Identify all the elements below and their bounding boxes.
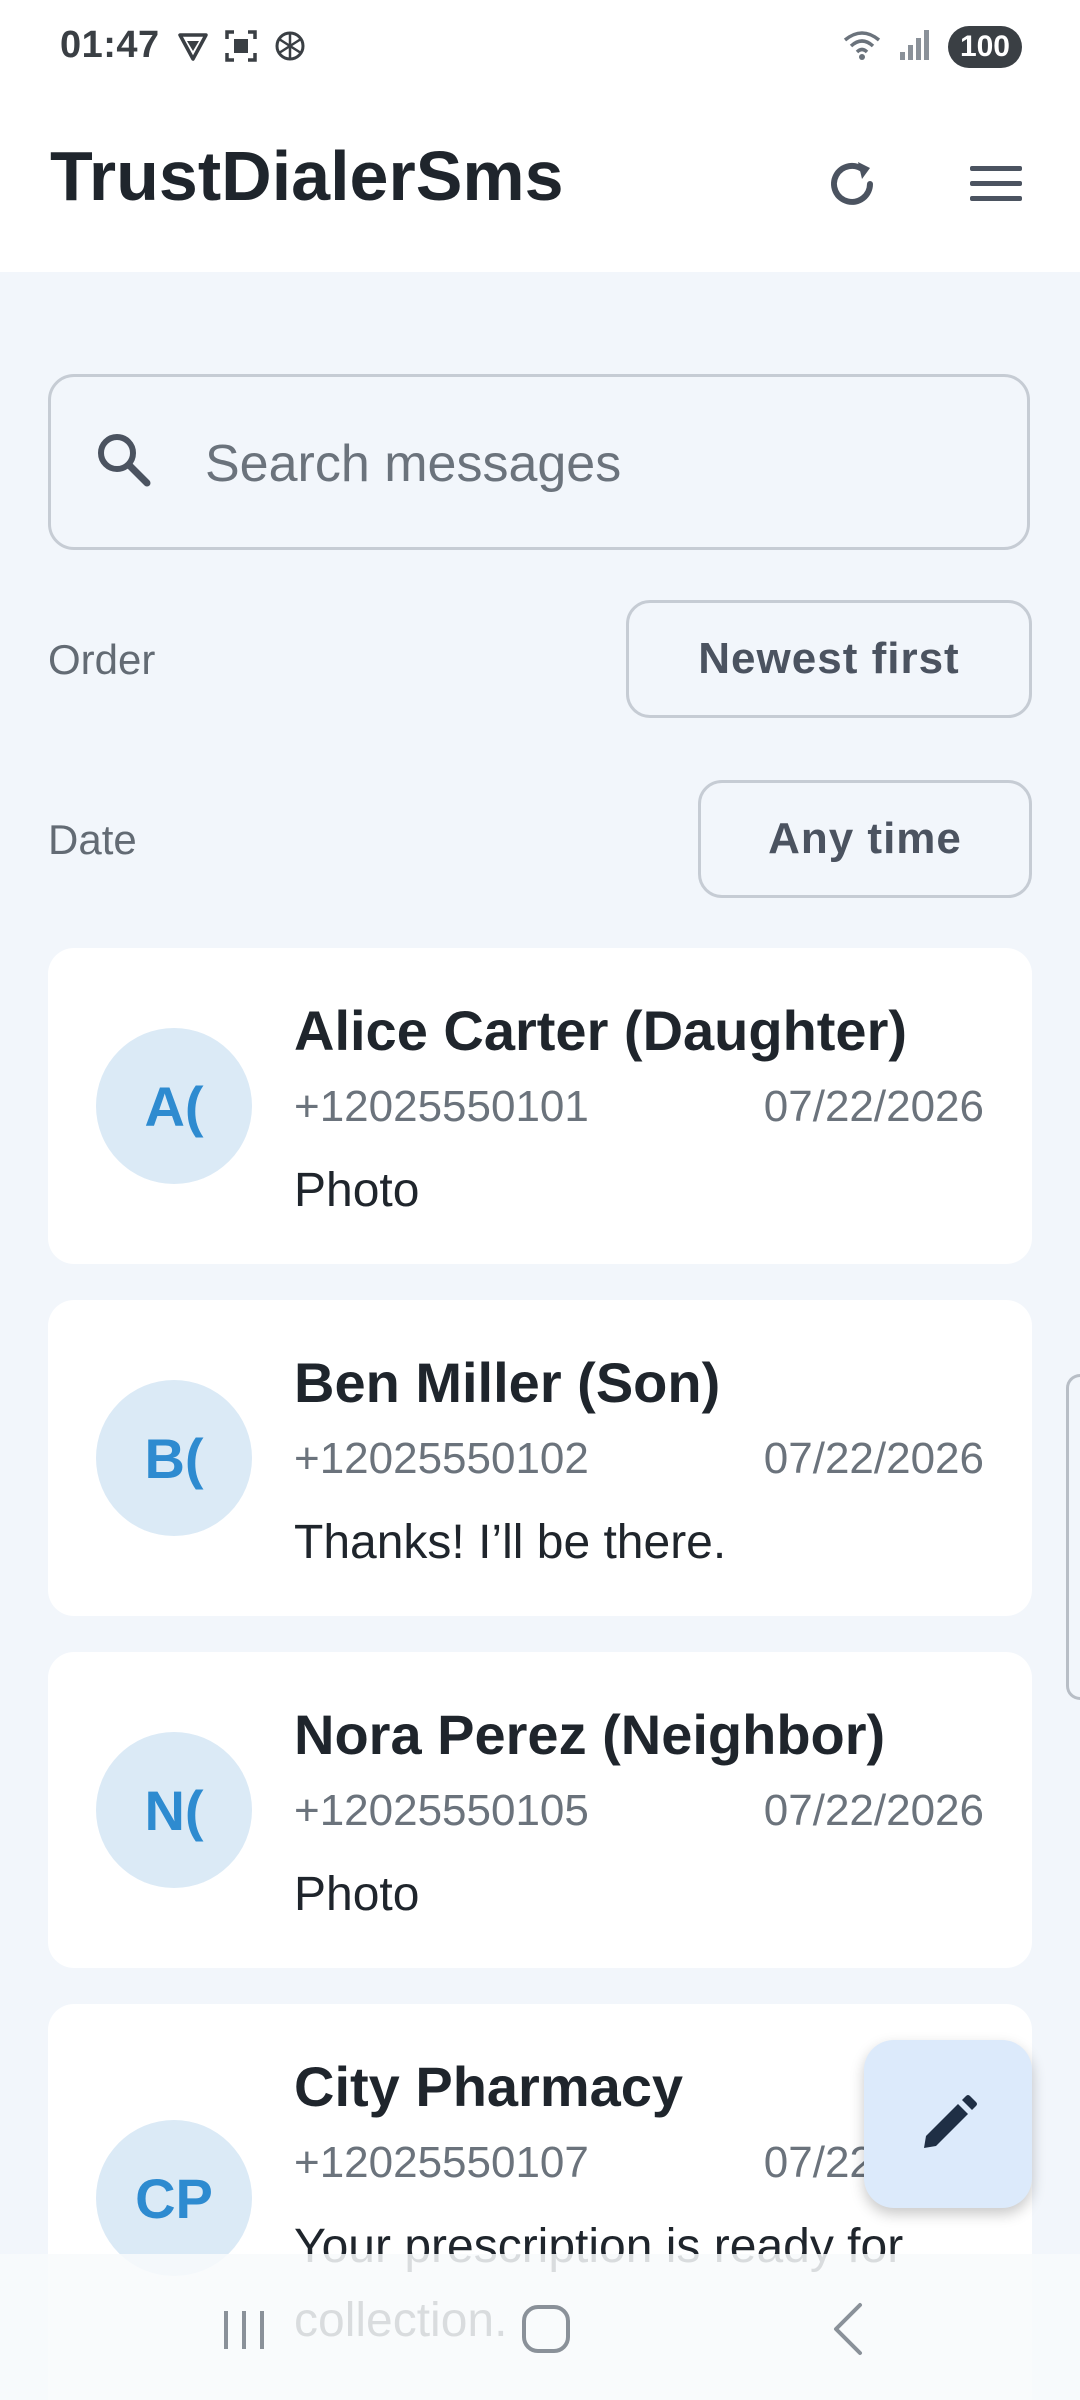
app-bar: TrustDialerSms: [0, 96, 1080, 272]
avatar: CP: [96, 2120, 252, 2276]
search-box[interactable]: [48, 374, 1030, 550]
scrollbar[interactable]: [1066, 1374, 1080, 1700]
message-preview: Photo: [294, 1868, 420, 1921]
refresh-icon: [831, 162, 873, 205]
message-item[interactable]: N( Nora Perez (Neighbor) +12025550105 07…: [48, 1652, 1032, 1968]
status-icons-left: [176, 28, 308, 69]
battery-indicator: 100: [947, 26, 1022, 68]
screenshot-icon: [224, 29, 258, 68]
order-label: Order: [48, 636, 156, 683]
hamburger-menu-icon: [970, 166, 1022, 201]
back-button[interactable]: [800, 2284, 900, 2374]
system-nav-bar: [0, 2254, 1080, 2400]
avatar: N(: [96, 1732, 252, 1888]
order-button[interactable]: Newest first: [626, 600, 1032, 718]
contact-phone: +12025550105: [294, 1786, 589, 1835]
refresh-button[interactable]: [804, 136, 900, 232]
contact-phone: +12025550107: [294, 2138, 589, 2187]
signal-icon: [898, 28, 932, 67]
message-date: 07/22/2026: [763, 1434, 984, 1483]
date-button[interactable]: Any time: [698, 780, 1032, 898]
message-item[interactable]: A( Alice Carter (Daughter) +12025550101 …: [48, 948, 1032, 1264]
recents-icon: [224, 2311, 264, 2349]
message-preview: Photo: [294, 1164, 420, 1217]
contact-name: City Pharmacy: [294, 2055, 684, 2118]
avatar: A(: [96, 1028, 252, 1184]
avatar: B(: [96, 1380, 252, 1536]
status-bar: 01:47 100: [0, 0, 1080, 96]
contact-name: Ben Miller (Son): [294, 1351, 721, 1414]
message-date: 07/22/2026: [763, 1786, 984, 1835]
contact-phone: +12025550101: [294, 1082, 589, 1131]
pencil-icon: [924, 2095, 977, 2148]
page-title: TrustDialerSms: [50, 137, 564, 215]
status-time: 01:47: [60, 24, 160, 66]
home-button[interactable]: [496, 2284, 596, 2374]
message-preview: Thanks! I’ll be there.: [294, 1516, 727, 1569]
home-icon: [522, 2305, 570, 2353]
menu-button[interactable]: [948, 136, 1044, 232]
wifi-icon: [842, 28, 882, 67]
message-date: 07/22/2026: [763, 1082, 984, 1131]
search-icon: [91, 427, 155, 496]
vpn-shield-icon: [176, 29, 210, 68]
back-icon: [834, 2303, 862, 2355]
contact-name: Alice Carter (Daughter): [294, 999, 908, 1062]
search-input[interactable]: [203, 421, 987, 507]
recents-button[interactable]: [194, 2284, 294, 2374]
contact-phone: +12025550102: [294, 1434, 589, 1483]
chatgpt-icon: [272, 28, 308, 69]
message-item[interactable]: B( Ben Miller (Son) +12025550102 07/22/2…: [48, 1300, 1032, 1616]
status-icons-right: 100: [842, 26, 1022, 68]
compose-button[interactable]: [864, 2040, 1032, 2208]
date-label: Date: [48, 816, 137, 863]
contact-name: Nora Perez (Neighbor): [294, 1703, 886, 1766]
